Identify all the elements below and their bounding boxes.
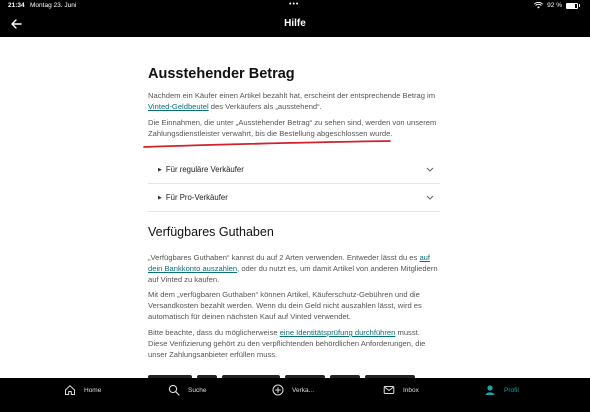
multitasking-dots-icon[interactable]: ••• <box>289 1 299 8</box>
page-title: Hilfe <box>284 18 306 29</box>
section-heading-available-balance: Verfügbares Guthaben <box>148 225 274 239</box>
tab-label: Home <box>84 386 102 394</box>
pending-description: Die Einnahmen, die unter „Ausstehender B… <box>148 118 437 138</box>
home-icon <box>65 385 75 395</box>
tab-label: Profil <box>504 386 519 394</box>
status-bar: 21:34 Montag 23. Juni ••• 92 % <box>0 0 590 12</box>
chevron-down-icon <box>426 167 434 172</box>
accordion-regular-sellers[interactable]: ▶ Für reguläre Verkäufer <box>148 156 440 184</box>
battery-percent: 92 % <box>547 2 562 9</box>
search-icon <box>168 384 180 396</box>
status-right: 92 % <box>534 2 580 9</box>
help-article: Ausstehender Betrag Nachdem ein Käufer e… <box>0 37 590 378</box>
identity-verification-paragraph: Bitte beachte, dass du möglicherweise ei… <box>148 328 426 359</box>
triangle-right-icon: ▶ <box>158 166 162 173</box>
profile-icon <box>485 385 495 395</box>
tab-home[interactable]: Home <box>64 384 101 396</box>
sell-plus-icon <box>272 384 284 396</box>
chevron-down-icon <box>426 195 434 200</box>
wallet-link[interactable]: Vinted-Geldbeutel <box>148 102 209 111</box>
tab-profile[interactable]: Profil <box>484 384 519 396</box>
status-time: 21:34 <box>8 2 25 9</box>
tab-label: Verka... <box>292 386 315 394</box>
tab-sell[interactable]: Verka... <box>272 384 314 396</box>
bottom-tab-bar: Home Suche Verka... Inbox Profil <box>0 378 590 412</box>
accordion-label: Für reguläre Verkäufer <box>165 165 244 174</box>
available-balance-paragraph: „Verfügbares Guthaben“ kannst du auf 2 A… <box>148 253 438 284</box>
intro-paragraph: Nachdem ein Käufer einen Artikel bezahlt… <box>148 91 436 111</box>
battery-icon <box>566 2 578 9</box>
triangle-right-icon: ▶ <box>158 194 162 201</box>
accordion-label: Für Pro-Verkäufer <box>165 193 228 202</box>
accordion-pro-sellers[interactable]: ▶ Für Pro-Verkäufer <box>148 184 440 212</box>
article-heading: Ausstehender Betrag <box>148 66 295 82</box>
red-underline-annotation <box>143 140 391 148</box>
tab-search[interactable]: Suche <box>168 384 206 396</box>
app-bar: Hilfe <box>0 12 590 37</box>
identity-verification-link[interactable]: eine Identitätsprüfung durchführen <box>280 328 396 337</box>
tab-inbox[interactable]: Inbox <box>383 384 419 396</box>
tab-label: Suche <box>188 386 207 394</box>
status-date: Montag 23. Juni <box>30 2 77 9</box>
balance-usage-paragraph: Mit dem „verfügbaren Guthaben“ können Ar… <box>148 290 422 321</box>
battery-tip <box>579 4 580 7</box>
wifi-icon <box>534 2 544 9</box>
tab-label: Inbox <box>403 386 419 394</box>
inbox-icon <box>383 386 395 394</box>
